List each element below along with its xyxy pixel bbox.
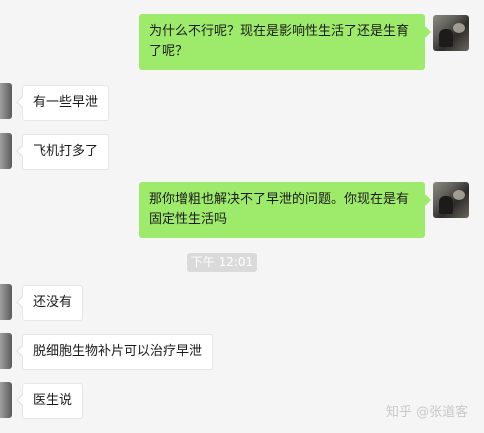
message-bubble-incoming[interactable]: 脱细胞生物补片可以治疗早泄	[15, 334, 214, 370]
message-bubble-incoming[interactable]: 飞机打多了	[15, 134, 110, 170]
contact-avatar[interactable]	[0, 333, 12, 369]
self-avatar[interactable]	[433, 182, 469, 218]
contact-avatar[interactable]	[0, 133, 12, 169]
message-bubble-outgoing[interactable]: 为什么不行呢？现在是影响性生活了还是生育了呢？	[139, 14, 431, 70]
timestamp-badge: 下午 12:01	[187, 253, 257, 272]
contact-avatar[interactable]	[0, 83, 12, 119]
message-bubble-incoming[interactable]: 医生说	[15, 383, 84, 419]
message-bubble-incoming[interactable]: 还没有	[15, 285, 84, 321]
message-bubble-incoming[interactable]: 有一些早泄	[15, 85, 110, 121]
contact-avatar[interactable]	[0, 284, 12, 320]
message-bubble-outgoing[interactable]: 那你增粗也解决不了早泄的问题。你现在是有固定性生活吗	[139, 182, 431, 238]
chat-window: 为什么不行呢？现在是影响性生活了还是生育了呢？ 有一些早泄 飞机打多了 那你增粗…	[0, 0, 484, 433]
self-avatar[interactable]	[433, 15, 469, 51]
contact-avatar[interactable]	[0, 382, 12, 418]
watermark: 知乎 @张道客	[386, 405, 469, 420]
